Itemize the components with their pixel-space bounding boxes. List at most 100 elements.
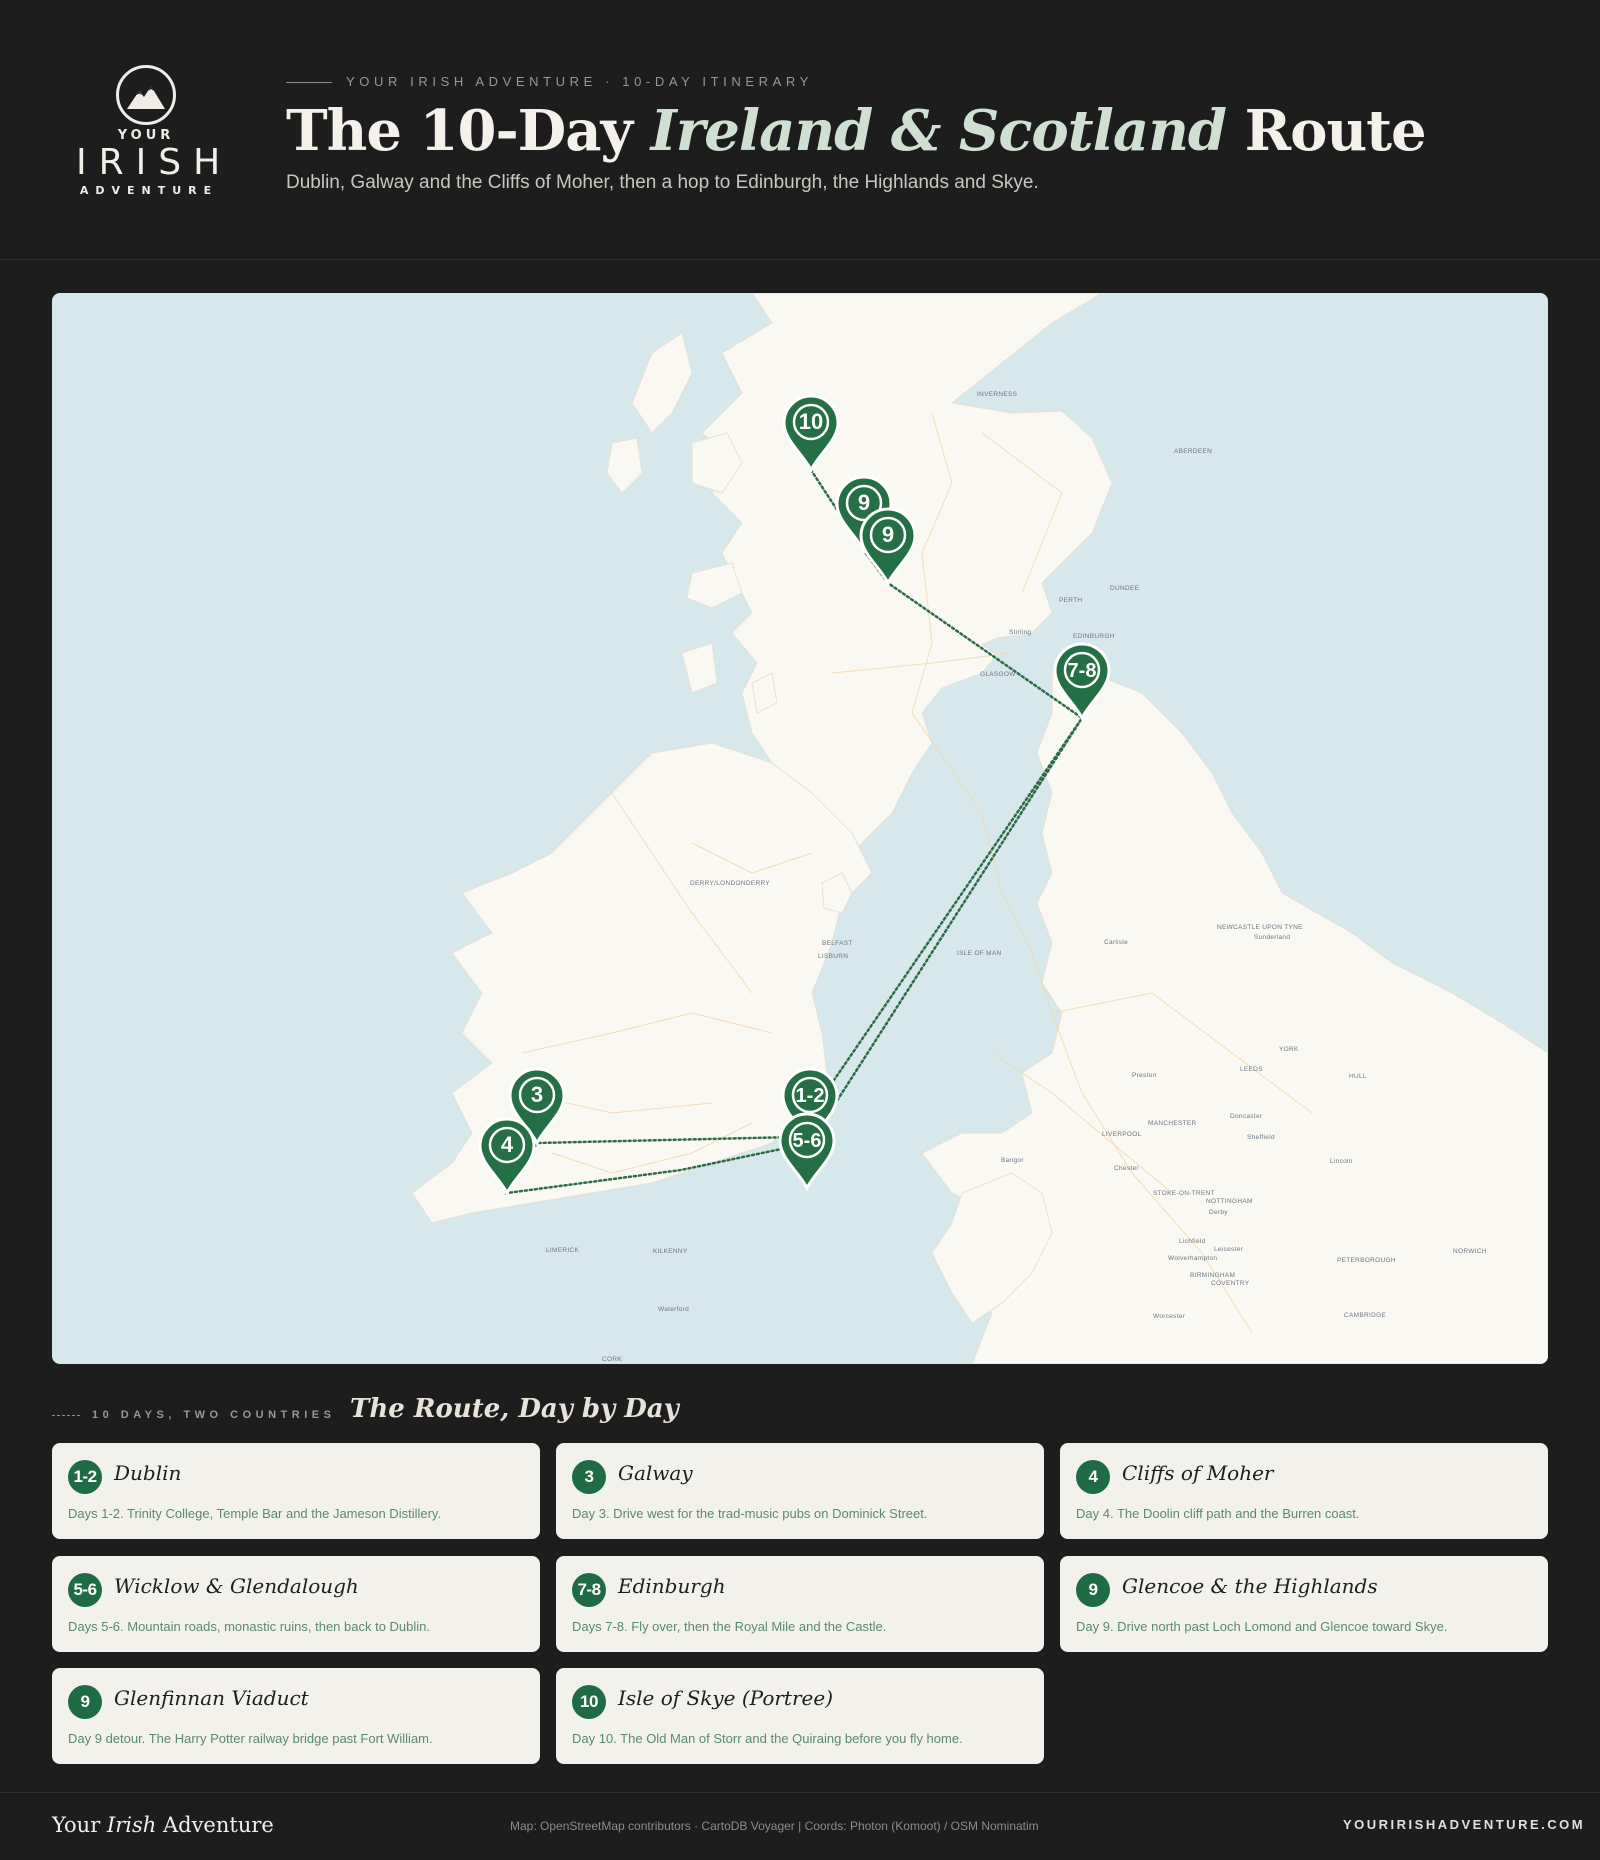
place-label: NOTTINGHAM <box>1206 1198 1253 1205</box>
day-badge: 1-2 <box>68 1460 102 1494</box>
brand-logo[interactable]: YOUR IRISH ADVENTURE <box>66 64 226 204</box>
day-badge: 7-8 <box>572 1573 606 1607</box>
place-label: LEEDS <box>1240 1066 1263 1073</box>
place-label: Carlisle <box>1104 939 1128 946</box>
place-label: HULL <box>1349 1073 1367 1080</box>
stop-name: Edinburgh <box>618 1574 726 1598</box>
mountain-logo-icon <box>116 65 176 125</box>
stop-description: Day 9. Drive north past Loch Lomond and … <box>1076 1619 1448 1634</box>
place-label: INVERNESS <box>977 391 1018 398</box>
map-pin-label: 4 <box>501 1132 514 1157</box>
land-outer-isles <box>606 437 643 494</box>
day-badge: 9 <box>1076 1573 1110 1607</box>
place-label: DERRY/LONDONDERRY <box>690 880 770 887</box>
map-pin-label: 3 <box>531 1082 543 1107</box>
place-label: DUNDEE <box>1110 585 1140 592</box>
place-label: NORWICH <box>1453 1248 1487 1255</box>
land-mull <box>686 562 743 609</box>
stop-name: Wicklow & Glendalough <box>114 1574 359 1598</box>
stop-description: Day 4. The Doolin cliff path and the Bur… <box>1076 1506 1360 1521</box>
stop-description: Days 5-6. Mountain roads, monastic ruins… <box>68 1619 431 1634</box>
place-label: Derby <box>1209 1209 1228 1216</box>
route-map[interactable]: INVERNESS ABERDEEN DUNDEE PERTH Stirling EDIN… <box>52 293 1548 1364</box>
stop-card[interactable]: 4 Cliffs of Moher Day 4. The Doolin clif… <box>1060 1443 1548 1539</box>
place-label: LIMERICK <box>546 1247 579 1254</box>
page-title: The 10-Day Ireland & Scotland Route <box>286 98 1427 164</box>
map-pin-label: 9 <box>858 490 870 515</box>
place-label: Bangor <box>1001 1157 1024 1164</box>
stop-card[interactable]: 7-8 Edinburgh Days 7-8. Fly over, then t… <box>556 1556 1044 1652</box>
place-label: Sheffield <box>1247 1134 1275 1141</box>
map-canvas[interactable]: INVERNESS ABERDEEN DUNDEE PERTH Stirling EDIN… <box>52 293 1548 1364</box>
place-label: LIVERPOOL <box>1102 1131 1142 1138</box>
stop-card[interactable]: 3 Galway Day 3. Drive west for the trad-… <box>556 1443 1044 1539</box>
stop-name: Cliffs of Moher <box>1122 1461 1274 1485</box>
place-label: NEWCASTLE UPON TYNE <box>1217 924 1303 931</box>
land-islay <box>681 642 718 694</box>
place-label: BIRMINGHAM <box>1190 1272 1235 1279</box>
logo-your-text: YOUR <box>117 128 175 143</box>
place-label: Lichfield <box>1179 1238 1206 1245</box>
footer-brand[interactable]: Your Irish Adventure <box>52 1813 274 1837</box>
place-label: PERTH <box>1059 597 1082 604</box>
stop-name: Dublin <box>114 1461 182 1485</box>
place-label: STOKE-ON-TRENT <box>1153 1190 1215 1197</box>
place-label: GLASGOW <box>980 671 1016 678</box>
section-title: The Route, Day by Day <box>350 1394 679 1424</box>
place-label: Waterford <box>658 1306 689 1313</box>
map-pin[interactable]: 5-6 <box>778 1112 836 1192</box>
stop-name: Galway <box>618 1461 693 1485</box>
place-label: Chester <box>1114 1165 1139 1172</box>
stop-card[interactable]: 5-6 Wicklow & Glendalough Days 5-6. Moun… <box>52 1556 540 1652</box>
day-badge: 9 <box>68 1685 102 1719</box>
logo-irish-text: IRISH <box>76 142 233 183</box>
stop-description: Day 9 detour. The Harry Potter railway b… <box>68 1731 433 1746</box>
website-link[interactable]: YOURIRISHADVENTURE.COM <box>1343 1817 1585 1832</box>
place-label: LISBURN <box>818 953 848 960</box>
stop-card[interactable]: 1-2 Dublin Days 1-2. Trinity College, Te… <box>52 1443 540 1539</box>
stop-name: Isle of Skye (Portree) <box>618 1686 833 1710</box>
place-label: EDINBURGH <box>1073 633 1115 640</box>
place-label: Sunderland <box>1254 934 1290 941</box>
stop-description: Day 3. Drive west for the trad-music pub… <box>572 1506 928 1521</box>
stop-card[interactable]: 10 Isle of Skye (Portree) Day 10. The Ol… <box>556 1668 1044 1764</box>
map-pin-label: 10 <box>799 409 823 434</box>
day-badge: 5-6 <box>68 1573 102 1607</box>
place-label: Wolverhampton <box>1168 1255 1217 1262</box>
place-label: Stirling <box>1009 629 1031 636</box>
logo-adventure-text: ADVENTURE <box>79 184 219 197</box>
day-badge: 4 <box>1076 1460 1110 1494</box>
header-eyebrow: YOUR IRISH ADVENTURE · 10-DAY ITINERARY <box>286 74 813 89</box>
place-label: Worcester <box>1153 1313 1186 1320</box>
stop-name: Glenfinnan Viaduct <box>114 1686 309 1710</box>
stop-card[interactable]: 9 Glenfinnan Viaduct Day 9 detour. The H… <box>52 1668 540 1764</box>
map-attribution: Map: OpenStreetMap contributors · CartoD… <box>510 1819 1039 1833</box>
stop-description: Days 1-2. Trinity College, Temple Bar an… <box>68 1506 442 1521</box>
place-label: PETERBOROUGH <box>1337 1257 1396 1264</box>
page-subtitle: Dublin, Galway and the Cliffs of Moher, … <box>286 172 1039 193</box>
page-footer: Your Irish Adventure Map: OpenStreetMap … <box>0 1792 1600 1860</box>
place-label: COVENTRY <box>1211 1280 1250 1287</box>
stop-card[interactable]: 9 Glencoe & the Highlands Day 9. Drive n… <box>1060 1556 1548 1652</box>
place-label: Doncaster <box>1230 1113 1263 1120</box>
place-label: CAMBRIDGE <box>1344 1312 1386 1319</box>
land-hebrides <box>631 332 693 434</box>
place-label: Preston <box>1132 1072 1157 1079</box>
day-badge: 3 <box>572 1460 606 1494</box>
map-pin-label: 9 <box>882 522 894 547</box>
stop-description: Days 7-8. Fly over, then the Royal Mile … <box>572 1619 887 1634</box>
place-label: ISLE OF MAN <box>957 950 1001 957</box>
map-pin-label: 7-8 <box>1068 660 1097 682</box>
place-label: MANCHESTER <box>1148 1120 1197 1127</box>
map-pin-label: 5-6 <box>793 1130 822 1152</box>
day-badge: 10 <box>572 1685 606 1719</box>
map-pin-label: 1-2 <box>796 1085 825 1107</box>
place-label: KILKENNY <box>653 1248 688 1255</box>
land <box>411 293 1548 1364</box>
section-eyebrow: 10 DAYS, TWO COUNTRIES <box>52 1409 335 1421</box>
place-label: Leicester <box>1214 1246 1244 1253</box>
place-label: YORK <box>1279 1046 1299 1053</box>
stop-description: Day 10. The Old Man of Storr and the Qui… <box>572 1731 963 1746</box>
stop-name: Glencoe & the Highlands <box>1122 1574 1378 1598</box>
place-label: Lincoln <box>1330 1158 1353 1165</box>
